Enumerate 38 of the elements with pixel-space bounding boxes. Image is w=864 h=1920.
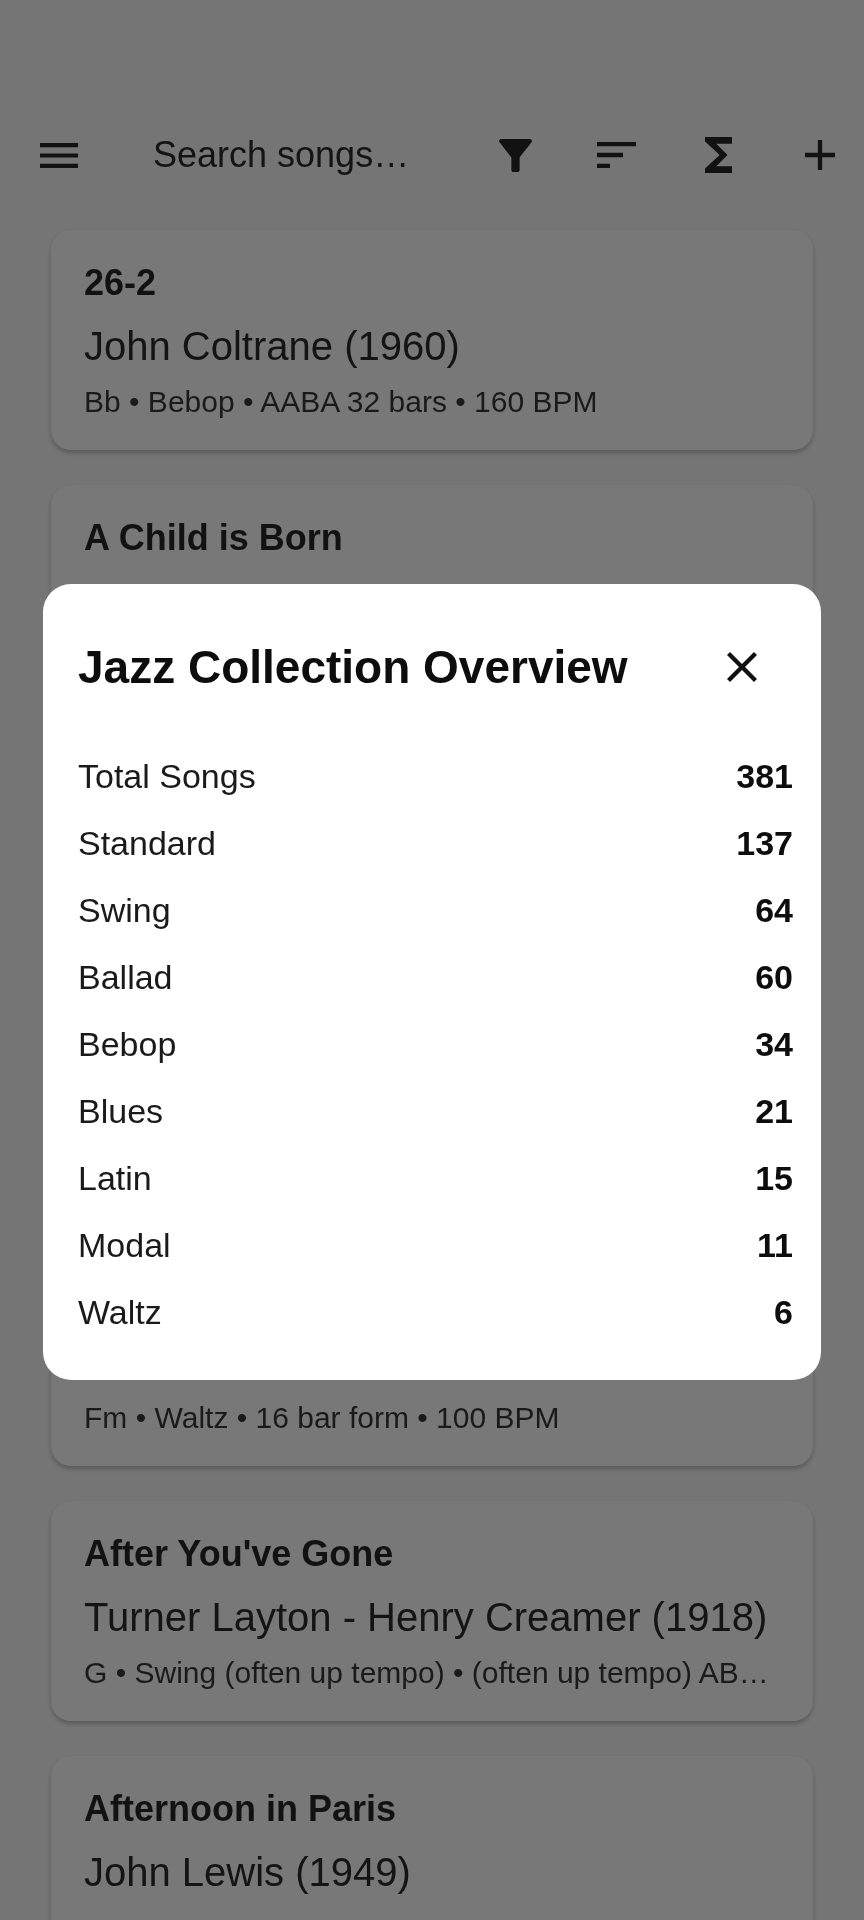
add-icon[interactable] [805,140,835,170]
song-title: A Child is Born [84,516,344,560]
song-card[interactable]: After You've Gone Turner Layton - Henry Creamer (1918) G • Swing (often up tempo) • (often up tempo) AB… [51,1501,813,1721]
filter-icon[interactable] [499,138,532,172]
song-title: Afternoon in Paris [84,1787,398,1831]
search-field[interactable]: Search songs… [153,133,470,177]
sigma-icon[interactable] [705,137,732,173]
stat-label: Standard [78,822,216,863]
song-card[interactable]: Afternoon in Paris John Lewis (1949) [51,1756,813,1920]
stat-value: 21 [755,1090,793,1131]
song-details: Fm • Waltz • 16 bar form • 100 BPM [84,1400,561,1436]
stat-label: Modal [78,1224,171,1265]
stat-label: Bebop [78,1023,177,1064]
song-details: G • Swing (often up tempo) • (often up tempo) AB… [84,1655,770,1691]
stat-value: 137 [736,822,793,863]
stat-value: 15 [755,1157,793,1198]
stat-label: Waltz [78,1291,162,1332]
menu-icon[interactable] [40,142,78,168]
sort-icon[interactable] [597,142,636,168]
song-details: Bb • Bebop • AABA 32 bars • 160 BPM [84,384,599,420]
song-title: After You've Gone [84,1532,395,1576]
stat-label: Swing [78,889,171,930]
stat-value: 60 [755,956,793,997]
close-icon[interactable] [727,652,757,682]
stat-label: Latin [78,1157,152,1198]
stat-value: 381 [736,755,793,796]
song-composer: John Lewis (1949) [84,1849,412,1896]
stat-label: Blues [78,1090,164,1131]
stat-label: Ballad [78,956,173,997]
stat-value: 64 [755,889,793,930]
stat-value: 6 [774,1291,793,1332]
song-title: 26-2 [84,261,158,305]
song-card[interactable]: 26-2 John Coltrane (1960) Bb • Bebop • AABA 32 bars • 160 BPM [51,230,813,450]
song-composer: John Coltrane (1960) [84,323,461,370]
stat-value: 11 [757,1224,793,1265]
song-composer: Turner Layton - Henry Creamer (1918) [84,1594,769,1641]
stat-value: 34 [755,1023,793,1064]
stat-label: Total Songs [78,755,256,796]
